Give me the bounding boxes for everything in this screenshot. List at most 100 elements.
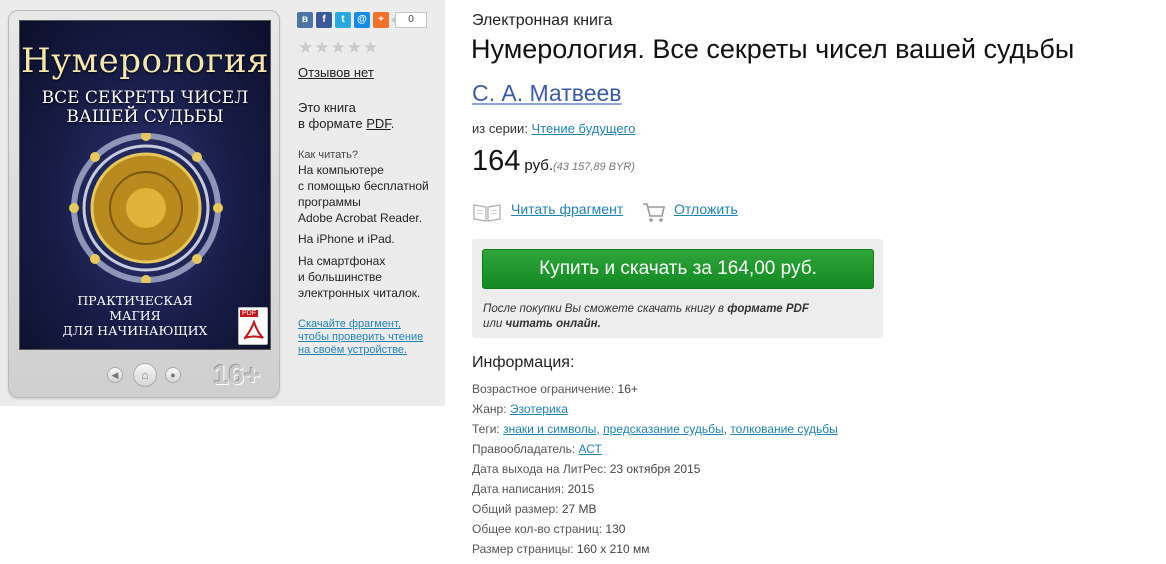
facebook-icon[interactable]: f [316,12,332,28]
series-link[interactable]: Чтение будущего [532,121,636,136]
holder-link[interactable]: АСТ [579,442,602,456]
price-value: 164 [472,145,521,177]
tag-link[interactable]: толкование судьбы [730,422,837,436]
home-button[interactable]: ⌂ [133,363,157,387]
ereader-controls: ◀ ⌂ ● 16+ [9,357,279,393]
info-label: Жанр: [472,402,510,416]
info-label: Общий размер: [472,502,562,516]
pdf-format-badge: PDF [238,307,268,345]
format-suffix: . [390,116,395,131]
cover-subtitle-line: Все секреты чисел [41,88,249,108]
book-title: Нумерология. Все секреты чисел вашей суд… [471,34,1075,64]
cover-bottom-line: для начинающих [62,323,208,338]
menu-button[interactable]: ● [165,367,181,383]
how-to-read-smartphone: На смартфонах и большинстве электронных … [298,253,438,301]
info-value: 130 [605,522,626,536]
tag-link[interactable]: знаки и символы [503,422,596,436]
read-fragment-link[interactable]: Читать фрагмент [511,201,623,217]
how-to-read-computer: На компьютере с помощью бесплатной прогр… [298,162,438,226]
price: 164 руб.(43 157,89 BYR) [472,145,635,179]
info-size: Общий размер: 27 MB [472,502,597,516]
reviews-link[interactable]: Отзывов нет [298,65,374,80]
info-value: 23 октября 2015 [609,462,701,476]
how-line: с помощью бесплатной [298,179,429,193]
format-line: Это книга [298,100,356,115]
how-line: На смартфонах [298,254,386,268]
info-written: Дата написания: 2015 [472,482,594,496]
info-label: Теги: [472,422,504,436]
info-pages: Общее кол-во страниц: 130 [472,522,625,536]
book-open-icon [473,204,501,222]
plus-icon[interactable]: + [373,12,389,28]
cover-subtitle-line: вашей судьбы [66,107,224,127]
price-byr: (43 157,89 BYR) [553,161,635,173]
format-info: Это книга в формате PDF. [298,100,438,132]
how-line: На компьютере [298,163,384,177]
info-genre: Жанр: Эзотерика [472,402,568,416]
download-link-line: Скачайте фрагмент, [298,318,401,330]
info-tags: Теги: знаки и символы, предсказание судь… [472,422,838,436]
postpone-link[interactable]: Отложить [674,201,738,217]
vk-icon[interactable]: в [297,12,313,28]
how-line: программы [298,195,361,209]
buy-note: После покупки Вы сможете скачать книгу в… [483,302,873,332]
download-link-line: на своём устройстве. [298,344,408,356]
buy-note-online: читать онлайн. [505,318,601,330]
buy-box: Купить и скачать за 164,00 руб. После по… [472,239,883,338]
cover-subtitle: Все секреты чисел вашей судьбы [20,89,270,127]
book-type: Электронная книга [472,12,613,29]
share-count: 0 [391,12,427,28]
download-fragment-link[interactable]: Скачайте фрагмент, чтобы проверить чтени… [298,318,438,357]
cart-icon [643,203,665,222]
tag-link[interactable]: предсказание судьбы [603,422,724,436]
info-pagesize: Размер страницы: 160 x 210 мм [472,542,649,556]
cover-title: Нумерология [21,41,269,81]
info-title: Информация: [472,354,575,371]
cover-bottom-line: Практическая магия [77,293,193,323]
prev-page-button[interactable]: ◀ [107,367,123,383]
info-label: Общее кол-во страниц: [472,522,606,536]
info-value: 16+ [617,382,638,396]
info-label: Дата выхода на ЛитРес: [472,462,610,476]
how-to-read-title: Как читать? [298,149,358,161]
ereader-device: Нумерология Все секреты чисел вашей судь… [8,10,280,398]
author-link[interactable]: С. А. Матвеев [472,80,622,107]
rating-stars[interactable]: ★★★★★ [298,38,379,58]
series-info: из серии: Чтение будущего [472,121,635,136]
buy-note-format: формате PDF [727,303,809,315]
series-label: из серии: [472,121,532,136]
buy-download-button[interactable]: Купить и скачать за 164,00 руб. [482,249,874,289]
cover-bottom-text: Практическая магия для начинающих [50,293,220,338]
prev-icon: ◀ [111,370,119,380]
format-prefix: в формате [298,116,367,131]
info-value: 2015 [567,482,595,496]
info-label: Дата написания: [472,482,568,496]
how-line: На iPhone и iPad. [298,232,395,246]
how-line: Adobe Acrobat Reader. [298,211,423,225]
menu-icon: ● [170,370,176,380]
book-cover-image[interactable]: Нумерология Все секреты чисел вашей судь… [19,20,271,350]
info-age: Возрастное ограничение: 16+ [472,382,638,396]
info-holder: Правообладатель: АСТ [472,442,602,456]
genre-link[interactable]: Эзотерика [510,402,568,416]
info-value: 27 MB [561,502,597,516]
numerology-ornament-icon [69,133,223,283]
acrobat-icon [244,320,264,340]
how-to-read-iphone: На iPhone и iPad. [298,231,438,247]
format-pdf-link[interactable]: PDF [366,116,391,131]
info-label: Размер страницы: [472,542,577,556]
mail-icon[interactable]: @ [354,12,370,28]
info-value: 160 x 210 мм [576,542,650,556]
download-link-line: чтобы проверить чтение [298,331,424,343]
twitter-icon[interactable]: t [335,12,351,28]
home-icon: ⌂ [141,368,149,382]
price-currency: руб. [524,157,553,174]
how-line: и большинстве [298,270,382,284]
info-label: Правообладатель: [472,442,579,456]
how-line: электронных читалок. [298,286,421,300]
buy-note-text: После покупки Вы сможете скачать книгу в [483,303,728,315]
pdf-badge-label: PDF [240,310,258,317]
info-label: Возрастное ограничение: [472,382,618,396]
format-line: в формате PDF. [298,116,438,132]
info-release: Дата выхода на ЛитРес: 23 октября 2015 [472,462,700,476]
